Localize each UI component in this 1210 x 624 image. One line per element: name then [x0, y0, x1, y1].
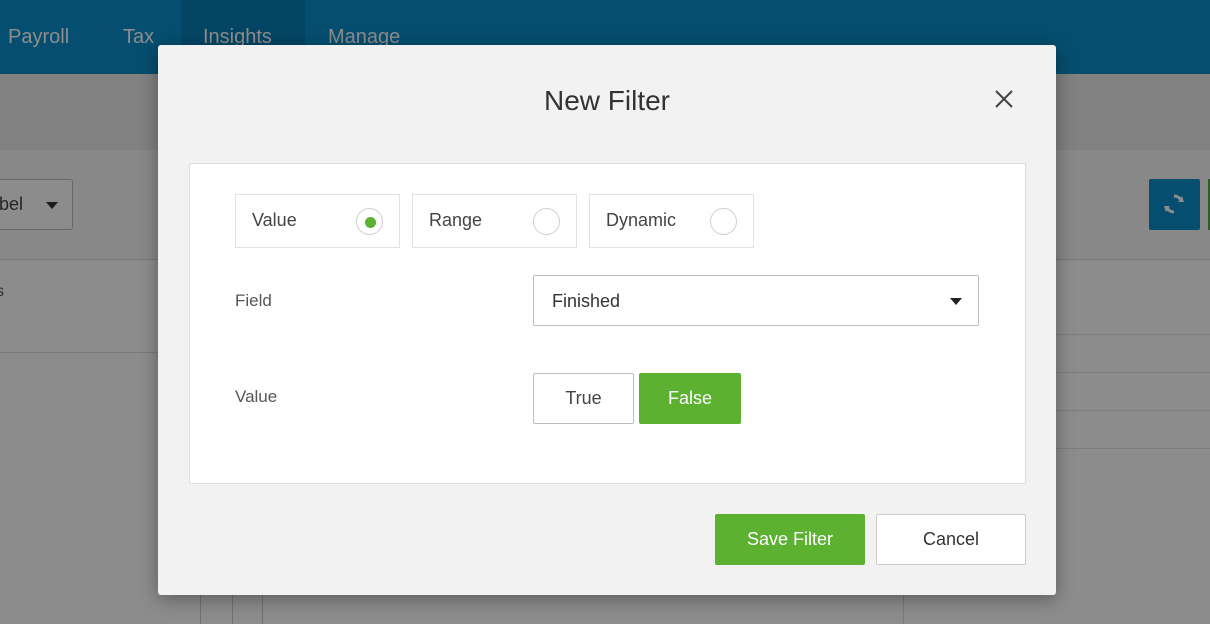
radio-icon[interactable]: [356, 208, 383, 235]
filter-type-value[interactable]: Value: [235, 194, 400, 248]
new-filter-dialog: New Filter Value Range Dynamic Field Fin…: [158, 45, 1056, 595]
filter-type-label: Value: [252, 210, 297, 230]
value-label: Value: [235, 387, 278, 406]
save-filter-button[interactable]: Save Filter: [715, 514, 865, 565]
filter-type-label: Range: [429, 210, 483, 230]
filter-type-dynamic[interactable]: Dynamic: [589, 194, 754, 248]
field-select[interactable]: Finished: [533, 275, 979, 326]
dialog-title: New Filter: [543, 85, 670, 116]
radio-icon[interactable]: [533, 208, 560, 235]
filter-form-card: Value Range Dynamic Field Finished Value…: [189, 163, 1026, 484]
cancel-button[interactable]: Cancel: [876, 514, 1026, 565]
filter-type-range[interactable]: Range: [412, 194, 577, 248]
value-true-button[interactable]: True: [533, 373, 634, 424]
value-false-button[interactable]: False: [639, 373, 741, 424]
close-button[interactable]: [992, 87, 1016, 111]
field-label: Field: [235, 291, 272, 310]
close-icon: [995, 90, 1013, 108]
field-select-value: Finished: [552, 291, 621, 311]
chevron-down-icon: [950, 298, 962, 305]
filter-type-label: Dynamic: [606, 210, 677, 230]
radio-icon[interactable]: [710, 208, 737, 235]
